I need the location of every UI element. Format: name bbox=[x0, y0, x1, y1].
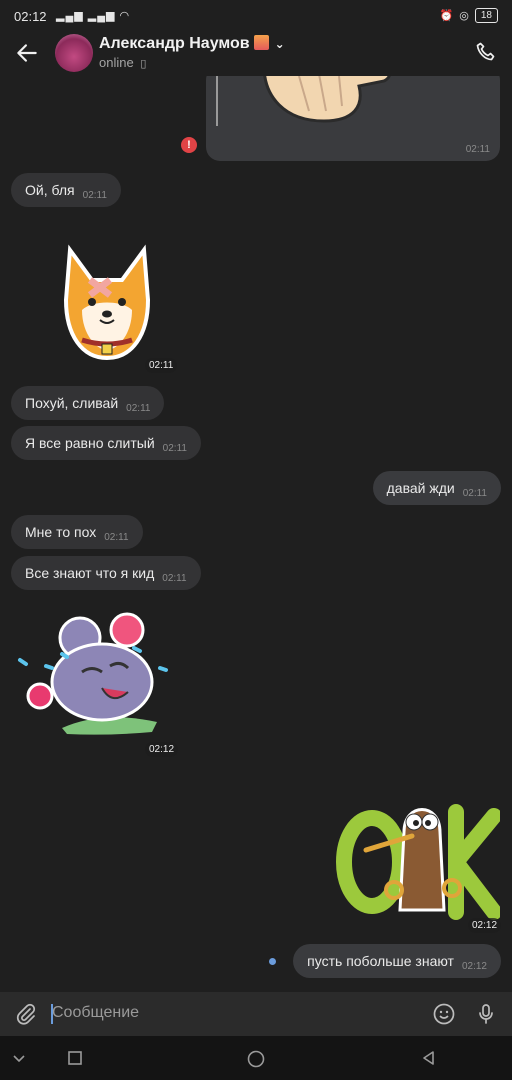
battery-icon: 18 bbox=[474, 8, 498, 23]
home-circle-icon[interactable] bbox=[246, 1049, 266, 1069]
sunset-emoji-icon bbox=[253, 35, 269, 50]
contact-avatar[interactable] bbox=[55, 34, 93, 72]
outgoing-message[interactable]: давай жди 02:11 bbox=[372, 471, 501, 505]
message-time: 02:11 bbox=[104, 532, 129, 543]
kiwi-ok-sticker[interactable] bbox=[336, 792, 500, 926]
emoji-smiley-icon[interactable] bbox=[432, 1002, 456, 1026]
incoming-message[interactable]: Все знают что я кид 02:11 bbox=[11, 556, 201, 590]
incoming-message[interactable]: Мне то пох 02:11 bbox=[11, 515, 143, 549]
message-time: 02:11 bbox=[462, 488, 487, 499]
message-list[interactable]: 02:11 ! Ой, бля 02:11 02:11 Похуй, сливай… bbox=[0, 76, 512, 992]
contact-name-text: Александр Наумов bbox=[99, 35, 250, 52]
outgoing-sticker-message[interactable]: 02:11 bbox=[206, 76, 500, 161]
alarm-icon: ⏰ bbox=[439, 10, 454, 22]
phone-call-icon[interactable] bbox=[474, 40, 498, 64]
back-triangle-icon[interactable] bbox=[420, 1049, 438, 1067]
recents-square-icon[interactable] bbox=[66, 1049, 84, 1067]
message-text: Я все равно слитый bbox=[25, 435, 155, 451]
message-input[interactable] bbox=[52, 1004, 412, 1022]
message-text: давай жди bbox=[386, 480, 455, 496]
signal-icon: ▂▄▆ ▂▄▆ ◠ bbox=[56, 10, 131, 22]
message-time: 02:11 bbox=[162, 573, 187, 584]
message-time: 02:11 bbox=[162, 443, 187, 454]
attach-paperclip-icon[interactable] bbox=[14, 1002, 38, 1026]
unread-dot bbox=[269, 958, 276, 965]
message-time: 02:12 bbox=[461, 961, 487, 972]
mobile-device-icon: ▯ bbox=[140, 58, 147, 70]
incoming-message[interactable]: Я все равно слитый 02:11 bbox=[11, 426, 201, 460]
crying-mouse-sticker[interactable] bbox=[12, 610, 172, 740]
message-text: пусть побольше знают bbox=[307, 953, 454, 969]
outgoing-message[interactable]: пусть побольше знают 02:12 bbox=[293, 944, 501, 978]
message-text: Похуй, сливай bbox=[25, 395, 119, 411]
battery-level: 18 bbox=[480, 10, 492, 21]
incoming-message[interactable]: Похуй, сливай 02:11 bbox=[11, 386, 165, 420]
message-time: 02:11 bbox=[82, 190, 107, 201]
message-time: 02:11 bbox=[465, 144, 490, 155]
message-text: Ой, бля bbox=[25, 182, 75, 198]
chevron-down-icon[interactable] bbox=[10, 1049, 28, 1067]
shiba-dog-sticker[interactable] bbox=[52, 240, 162, 370]
message-time: 02:12 bbox=[145, 742, 179, 757]
chevron-down-icon[interactable]: ⌄ bbox=[275, 37, 285, 51]
microphone-icon[interactable] bbox=[474, 1002, 498, 1026]
status-time: 02:12 bbox=[14, 9, 47, 24]
chat-header: Александр Наумов ⌄ online ▯ bbox=[0, 32, 512, 76]
hand-sticker bbox=[263, 76, 391, 123]
message-composer bbox=[0, 992, 512, 1036]
message-text: Мне то пох bbox=[25, 524, 97, 540]
message-time: 02:11 bbox=[126, 403, 151, 414]
message-time: 02:11 bbox=[145, 358, 178, 373]
message-text: Все знают что я кид bbox=[25, 565, 155, 581]
back-arrow-icon[interactable] bbox=[14, 40, 40, 66]
contact-name[interactable]: Александр Наумов ⌄ bbox=[99, 35, 285, 53]
data-saver-icon: ◎ bbox=[459, 10, 469, 22]
error-icon[interactable]: ! bbox=[181, 137, 197, 153]
reply-quote-line bbox=[216, 76, 218, 126]
contact-status: online ▯ bbox=[99, 55, 147, 70]
system-navigation-bar bbox=[0, 1036, 512, 1080]
text-cursor bbox=[51, 1004, 53, 1024]
message-time: 02:12 bbox=[468, 918, 502, 933]
status-bar: 02:12 ▂▄▆ ▂▄▆ ◠ ⏰ ◎ 18 bbox=[0, 0, 512, 32]
incoming-message[interactable]: Ой, бля 02:11 bbox=[11, 173, 121, 207]
